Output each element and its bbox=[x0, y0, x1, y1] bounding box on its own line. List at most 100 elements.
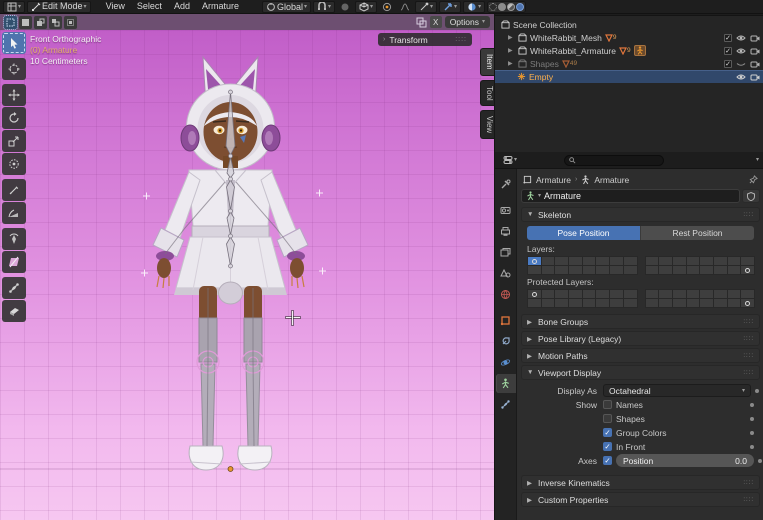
menu-add[interactable]: Add bbox=[169, 0, 195, 13]
outliner-row-whiterabbit-armature[interactable]: ▶ WhiteRabbit_Armature 9 ✓ bbox=[495, 44, 763, 57]
gizmos-button[interactable]: ▾ bbox=[439, 1, 461, 13]
fake-user-button[interactable] bbox=[742, 189, 760, 203]
drag-handle-icon[interactable]: :::: bbox=[743, 353, 754, 359]
section-skeleton-header[interactable]: ▼ Skeleton :::: bbox=[521, 207, 760, 222]
tab-tool[interactable] bbox=[496, 175, 516, 194]
section-inverse-kinematics[interactable]: ▶ Inverse Kinematics :::: bbox=[521, 475, 760, 490]
layer-cell[interactable] bbox=[554, 265, 569, 275]
expander-icon[interactable]: ▶ bbox=[508, 47, 515, 54]
tab-modifiers[interactable] bbox=[496, 332, 516, 351]
eye-icon[interactable] bbox=[736, 34, 746, 42]
mode-select[interactable]: Edit Mode ▾ bbox=[27, 1, 91, 13]
camera-icon[interactable] bbox=[750, 34, 760, 42]
layer-cell[interactable] bbox=[727, 298, 742, 308]
axes-checkbox[interactable]: ✓ bbox=[603, 456, 612, 465]
camera-icon[interactable] bbox=[750, 60, 760, 68]
layer-cell[interactable] bbox=[568, 265, 583, 275]
layer-cell[interactable] bbox=[554, 298, 569, 308]
section-bone-groups[interactable]: ▶ Bone Groups :::: bbox=[521, 314, 760, 329]
animate-property-dot[interactable] bbox=[758, 459, 762, 463]
drag-handle-icon[interactable]: :::: bbox=[743, 480, 754, 486]
drag-handle-icon[interactable]: :::: bbox=[743, 336, 754, 342]
layer-cell[interactable] bbox=[595, 265, 610, 275]
layer-cell[interactable] bbox=[686, 298, 701, 308]
tab-view-layer[interactable] bbox=[496, 243, 516, 262]
tab-bone[interactable] bbox=[496, 395, 516, 414]
layer-cell[interactable] bbox=[658, 298, 673, 308]
shading-solid-button[interactable] bbox=[498, 3, 506, 11]
layer-cell[interactable] bbox=[568, 298, 583, 308]
layer-cell[interactable] bbox=[645, 298, 660, 308]
tab-scene[interactable] bbox=[496, 264, 516, 283]
axes-position-slider[interactable]: Position 0.0 bbox=[616, 454, 754, 467]
fallback-tool-icon[interactable] bbox=[416, 17, 427, 28]
close-button[interactable]: X bbox=[430, 16, 442, 28]
sidebar-tab-tool[interactable]: Tool bbox=[480, 80, 494, 107]
pivot-point-select[interactable]: ▾ bbox=[355, 1, 377, 13]
transform-orientation-select[interactable]: Global ▾ bbox=[262, 1, 311, 13]
layer-cell[interactable] bbox=[740, 265, 755, 275]
layer-cell[interactable] bbox=[672, 265, 687, 275]
selectable-checkbox[interactable]: ✓ bbox=[724, 47, 732, 55]
viewport-3d[interactable]: Front Orthographic (0) Armature 10 Centi… bbox=[0, 30, 494, 520]
select-mode-lasso-button[interactable] bbox=[49, 16, 62, 29]
overlays-button[interactable]: ▾ bbox=[463, 1, 485, 13]
tool-cursor[interactable] bbox=[2, 58, 26, 80]
select-mode-circle-button[interactable] bbox=[34, 16, 47, 29]
tool-annotate[interactable] bbox=[2, 179, 26, 201]
layer-cell[interactable] bbox=[623, 265, 638, 275]
selectable-checkbox[interactable]: ✓ bbox=[724, 60, 732, 68]
select-mode-box-button[interactable] bbox=[19, 16, 32, 29]
breadcrumb-data[interactable]: Armature bbox=[594, 175, 629, 185]
layer-cell[interactable] bbox=[686, 265, 701, 275]
tab-physics[interactable] bbox=[496, 353, 516, 372]
tab-object[interactable] bbox=[496, 311, 516, 330]
animate-property-dot[interactable] bbox=[750, 417, 754, 421]
sidebar-tab-view[interactable]: View bbox=[480, 110, 494, 139]
layer-cell[interactable] bbox=[609, 298, 624, 308]
breadcrumb-object[interactable]: Armature bbox=[536, 175, 571, 185]
menu-select[interactable]: Select bbox=[132, 0, 167, 13]
chevron-down-icon[interactable]: ▾ bbox=[756, 157, 759, 163]
menu-armature[interactable]: Armature bbox=[197, 0, 244, 13]
names-checkbox[interactable] bbox=[603, 400, 612, 409]
layer-cell[interactable] bbox=[713, 298, 728, 308]
tab-object-data-armature[interactable] bbox=[496, 374, 516, 393]
section-viewport-display[interactable]: ▼ Viewport Display :::: bbox=[521, 365, 760, 380]
layer-cell[interactable] bbox=[645, 265, 660, 275]
layer-cell[interactable] bbox=[740, 298, 755, 308]
tab-output[interactable] bbox=[496, 222, 516, 241]
outliner-row-shapes[interactable]: ▶ Shapes 49 ✓ bbox=[495, 57, 763, 70]
tool-rotate[interactable] bbox=[2, 107, 26, 129]
section-pose-library[interactable]: ▶ Pose Library (Legacy) :::: bbox=[521, 331, 760, 346]
drag-handle-icon[interactable]: :::: bbox=[455, 36, 467, 43]
pose-position-button[interactable]: Pose Position bbox=[527, 226, 640, 240]
outliner-row-whiterabbit-mesh[interactable]: ▶ WhiteRabbit_Mesh 9 ✓ bbox=[495, 31, 763, 44]
tool-eraser[interactable] bbox=[2, 300, 26, 322]
drag-handle-icon[interactable]: :::: bbox=[743, 370, 754, 376]
eye-icon[interactable] bbox=[736, 47, 746, 55]
layer-cell[interactable] bbox=[527, 298, 542, 308]
snap-target-button[interactable] bbox=[379, 1, 395, 13]
camera-icon[interactable] bbox=[750, 73, 760, 81]
eye-icon[interactable] bbox=[736, 73, 746, 81]
falloff-curve-button[interactable] bbox=[397, 1, 413, 13]
properties-editor-type-button[interactable]: ▾ bbox=[500, 154, 520, 166]
layer-cell[interactable] bbox=[713, 265, 728, 275]
display-as-dropdown[interactable]: Octahedral ▾ bbox=[603, 384, 751, 397]
snap-options-button[interactable]: ▾ bbox=[415, 1, 437, 13]
shapes-checkbox[interactable] bbox=[603, 414, 612, 423]
shading-rendered-button[interactable] bbox=[516, 3, 524, 11]
layer-cell[interactable] bbox=[609, 265, 624, 275]
sidebar-tab-item[interactable]: Item bbox=[480, 48, 494, 76]
tool-scale[interactable] bbox=[2, 130, 26, 152]
pin-icon[interactable] bbox=[749, 175, 758, 184]
animate-property-dot[interactable] bbox=[750, 403, 754, 407]
transform-panel-header[interactable]: › Transform :::: bbox=[378, 33, 472, 46]
drag-handle-icon[interactable]: :::: bbox=[743, 212, 754, 218]
tool-roll[interactable] bbox=[2, 228, 26, 250]
rest-position-button[interactable]: Rest Position bbox=[640, 226, 754, 240]
tool-measure[interactable] bbox=[2, 202, 26, 224]
layer-cell[interactable] bbox=[699, 265, 714, 275]
eye-closed-icon[interactable] bbox=[736, 60, 746, 68]
